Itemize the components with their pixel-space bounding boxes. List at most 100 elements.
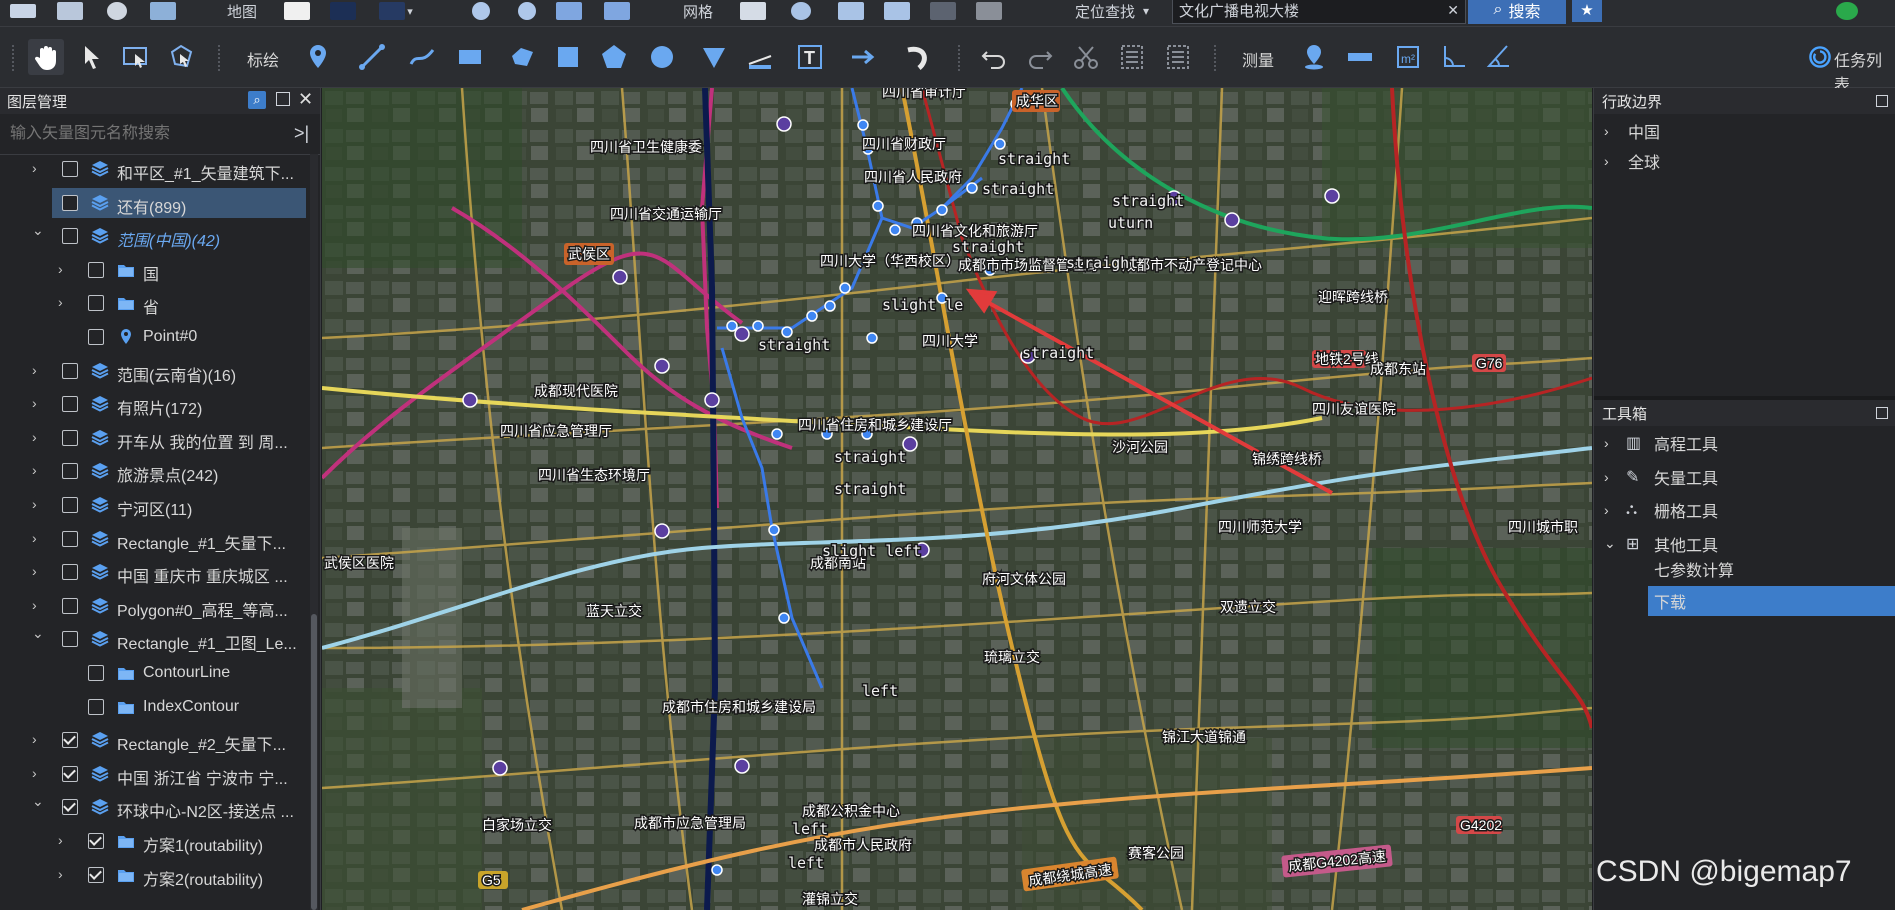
polygon-icon[interactable]	[504, 39, 540, 75]
float-window-icon[interactable]	[1876, 407, 1888, 419]
chevron-right-icon[interactable]: ›	[32, 531, 42, 545]
layer-visibility-checkbox[interactable]	[62, 396, 78, 413]
layer-tree-row[interactable]: › 和平区_#1_矢量建筑下...	[0, 154, 310, 184]
layer-tree-row[interactable]: › 中国 浙江省 宁波市 宁...	[0, 759, 310, 789]
chevron-right-icon[interactable]: ›	[32, 598, 42, 612]
satellite-map[interactable]: 成华区 武侯区 四川省审计厅 四川省卫生健康委 四川省财政厅 四川省人民政府 四…	[322, 88, 1592, 910]
layer-tree-row[interactable]: › 范围(云南省)(16)	[0, 356, 310, 386]
chevron-right-icon[interactable]: ›	[58, 867, 68, 881]
fullscreen-icon[interactable]	[600, 0, 634, 22]
image-icon[interactable]	[148, 0, 178, 22]
select-arrow-icon[interactable]	[74, 39, 110, 75]
layer-visibility-checkbox[interactable]	[88, 329, 104, 345]
chevron-right-icon[interactable]: ›	[32, 430, 42, 444]
scrollbar-thumb[interactable]	[311, 614, 317, 910]
arrow-back-icon[interactable]	[928, 0, 958, 22]
measure-distance-icon[interactable]	[1342, 39, 1378, 75]
chevron-right-icon[interactable]: ›	[32, 463, 42, 477]
measure-angle-icon[interactable]	[1436, 39, 1472, 75]
lng-grid-icon[interactable]	[784, 0, 818, 22]
marker-pin-icon[interactable]	[300, 39, 336, 75]
layer-visibility-checkbox[interactable]	[62, 362, 78, 379]
sector-icon[interactable]	[696, 39, 732, 75]
float-window-icon[interactable]	[1876, 95, 1888, 107]
redo-icon[interactable]	[1022, 39, 1058, 75]
eraser-icon[interactable]	[974, 0, 1004, 22]
folder-icon[interactable]	[8, 0, 38, 22]
map-menu-label[interactable]: 地图	[222, 0, 262, 22]
layer-tree-row[interactable]: ›还有(899)	[52, 187, 306, 218]
layer-visibility-checkbox[interactable]	[62, 597, 78, 614]
pentagon-icon[interactable]	[596, 39, 632, 75]
layer-tree-row[interactable]: ContourLine	[0, 658, 310, 688]
chevron-down-icon[interactable]: ⌄	[32, 794, 44, 808]
layer-tree-row[interactable]: IndexContour	[0, 692, 310, 722]
layer-tree-row[interactable]: › Polygon#0_高程_等高...	[0, 591, 310, 621]
mgrs-grid-icon[interactable]	[880, 0, 914, 22]
chevron-down-icon[interactable]: ⌄	[1604, 535, 1616, 552]
layer-tree-row[interactable]: ⌄ Rectangle_#1_卫图_Le...	[0, 624, 310, 654]
layer-tree-row[interactable]: › 中国 重庆市 重庆城区 ...	[0, 557, 310, 587]
chevron-right-icon[interactable]: ›	[32, 161, 42, 175]
task-list-icon[interactable]	[1808, 39, 1832, 75]
layer-visibility-checkbox[interactable]	[62, 564, 78, 581]
layer-visibility-checkbox[interactable]	[62, 732, 78, 749]
layer-visibility-checkbox[interactable]	[88, 665, 104, 681]
circle-icon[interactable]	[644, 39, 680, 75]
layer-tree-row[interactable]: › 国	[0, 255, 310, 285]
layer-visibility-checkbox[interactable]	[62, 530, 78, 547]
toolbox-subitem[interactable]: 下载	[1648, 585, 1895, 616]
chevron-right-icon[interactable]: ›	[1604, 435, 1609, 451]
layer-tree-row[interactable]: › 省	[0, 288, 310, 318]
layer-visibility-checkbox[interactable]	[62, 463, 78, 480]
zoom-in-icon[interactable]	[466, 0, 496, 22]
km-grid-icon[interactable]	[834, 0, 868, 22]
toolbox-item[interactable]: › ✎ 矢量工具	[1594, 462, 1895, 492]
chevron-right-icon[interactable]: ›	[32, 363, 42, 377]
polygon-select-icon[interactable]	[164, 39, 200, 75]
chevron-right-icon[interactable]: ›	[1604, 153, 1609, 169]
layer-visibility-checkbox[interactable]	[62, 228, 78, 245]
document-icon[interactable]	[55, 0, 85, 22]
layer-visibility-checkbox[interactable]	[62, 429, 78, 446]
chevron-right-icon[interactable]: ›	[1604, 502, 1609, 518]
dice-icon[interactable]	[554, 0, 584, 22]
layer-visibility-checkbox[interactable]	[62, 194, 78, 211]
layer-tree-row[interactable]: ⌄ 范围(中国)(42)	[0, 221, 310, 251]
chevron-right-icon[interactable]: ›	[32, 766, 42, 780]
grid-icon[interactable]	[736, 0, 770, 22]
search-button[interactable]: ⌕ 搜索	[1468, 0, 1566, 24]
map-style-dropdown-icon[interactable]: ▾	[376, 0, 416, 22]
layer-tree-row[interactable]: › 开车从 我的位置 到 周...	[0, 423, 310, 453]
layer-tree-row[interactable]: Point#0	[0, 322, 310, 352]
layer-visibility-checkbox[interactable]	[62, 631, 78, 648]
measure-area-icon[interactable]: m²	[1390, 39, 1426, 75]
collapse-panel-icon[interactable]: >|	[294, 123, 309, 144]
zoom-out-icon[interactable]	[512, 0, 542, 22]
grid-menu-label[interactable]: 网格	[678, 0, 718, 22]
search-icon[interactable]: ⌕	[248, 91, 266, 109]
map-view[interactable]: 成华区 武侯区 四川省审计厅 四川省卫生健康委 四川省财政厅 四川省人民政府 四…	[322, 88, 1592, 910]
chevron-down-icon[interactable]: ⌄	[32, 626, 44, 640]
search-input[interactable]: 文化广播电视大楼 ✕	[1172, 0, 1466, 24]
chevron-down-icon[interactable]: ⌄	[32, 223, 44, 237]
admin-item-china[interactable]: › 中国	[1594, 116, 1895, 146]
toolbox-item[interactable]: › ⛬ 栅格工具	[1594, 495, 1895, 525]
toolbox-subitem[interactable]: 七参数计算	[1594, 554, 1895, 584]
float-window-icon[interactable]	[276, 92, 290, 106]
layer-visibility-checkbox[interactable]	[62, 765, 78, 782]
layer-visibility-checkbox[interactable]	[88, 295, 104, 312]
locate-dropdown[interactable]: 定位查找 ▾	[1052, 0, 1172, 22]
square-icon[interactable]	[550, 39, 586, 75]
layer-visibility-checkbox[interactable]	[88, 261, 104, 278]
undo-icon[interactable]	[976, 39, 1012, 75]
clear-icon[interactable]: ✕	[1447, 2, 1459, 19]
toolbox-item[interactable]: › ▥ 高程工具	[1594, 428, 1895, 458]
curved-arrow-icon[interactable]	[900, 39, 936, 75]
layer-visibility-checkbox[interactable]	[88, 698, 104, 715]
close-icon[interactable]: ✕	[298, 89, 313, 110]
arrow-right-icon[interactable]	[846, 39, 882, 75]
layer-tree-row[interactable]: › 方案2(routability)	[0, 860, 310, 890]
layer-tree-row[interactable]: ⌄ 环球中心-N2区-接送点 ...	[0, 792, 310, 822]
chevron-right-icon[interactable]: ›	[58, 295, 68, 309]
